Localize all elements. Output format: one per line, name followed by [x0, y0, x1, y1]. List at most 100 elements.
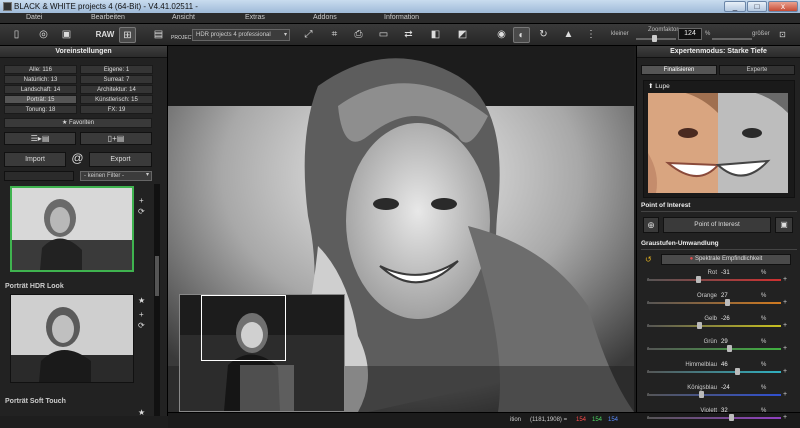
category-fx[interactable]: FX: 19	[80, 105, 153, 114]
spectral-button[interactable]: ● Spektrale Empfindlichkeit	[661, 254, 791, 265]
presets-scrollbar[interactable]	[154, 184, 160, 416]
navigator-overview[interactable]	[179, 294, 345, 412]
menu-bearbeiten[interactable]: Bearbeiten	[91, 14, 125, 21]
channel-slider-knob[interactable]	[698, 391, 704, 398]
print-icon[interactable]: ⎙	[350, 27, 367, 43]
menu-ansicht[interactable]: Ansicht	[172, 14, 195, 21]
more-icon[interactable]: ⋮	[586, 27, 596, 43]
category-natuerlich[interactable]: Natürlich: 13	[4, 75, 77, 84]
tab-experte[interactable]: Experte	[719, 65, 795, 75]
channel-slider-knob[interactable]	[697, 322, 703, 329]
filter-icon[interactable]: ◧	[427, 27, 444, 43]
image-canvas[interactable]	[168, 46, 634, 412]
gradient-icon[interactable]: ◩	[454, 27, 471, 43]
share-icon[interactable]: ⇄	[400, 27, 417, 43]
preset-refresh-icon[interactable]: ⟳	[138, 207, 145, 216]
filter-select[interactable]: - keinen Filter - ▾	[80, 171, 152, 181]
menu-addons[interactable]: Addons	[313, 14, 337, 21]
channel-slider-track[interactable]	[647, 325, 781, 327]
channel-increase-button[interactable]: +	[783, 391, 787, 398]
save-preset-icon[interactable]: ▯+▤	[80, 132, 152, 145]
load-presets-icon[interactable]: ☰▸▤	[4, 132, 76, 145]
channel-increase-button[interactable]: +	[783, 345, 787, 352]
preset-select[interactable]: HDR projects 4 professional ▾	[192, 29, 290, 41]
preset-add-button[interactable]: +	[139, 196, 144, 205]
channel-value[interactable]: 46	[721, 362, 728, 368]
search-input[interactable]	[4, 171, 74, 181]
preset-refresh-icon[interactable]: ⟳	[138, 321, 145, 330]
close-button[interactable]: x	[768, 1, 798, 12]
channel-value[interactable]: -31	[721, 270, 730, 276]
channel-increase-button[interactable]: +	[783, 368, 787, 375]
scroll-thumb[interactable]	[155, 256, 159, 296]
zoom-slider-knob[interactable]	[652, 35, 657, 42]
batch-icon[interactable]: ⊞	[119, 27, 136, 43]
preset-thumbnail[interactable]	[10, 186, 134, 272]
import-button[interactable]: Import	[4, 152, 66, 167]
channel-slider-knob[interactable]	[734, 368, 740, 375]
projects-button[interactable]: PROJECTS	[171, 27, 198, 43]
preset-add-button[interactable]: +	[139, 310, 144, 319]
channel-slider-track[interactable]	[647, 394, 781, 396]
window-title: BLACK & WHITE projects 4 (64-Bit) - V4.4…	[14, 2, 198, 11]
lupe-preview[interactable]	[648, 93, 788, 193]
view-eye-icon[interactable]: ◉	[493, 27, 510, 43]
histogram-icon[interactable]: ▲	[560, 27, 577, 43]
channel-slider-knob[interactable]	[725, 299, 731, 306]
channel-value[interactable]: -26	[721, 316, 730, 322]
category-surreal[interactable]: Surreal: 7	[80, 75, 153, 84]
category-landschaft[interactable]: Landschaft: 14	[4, 85, 77, 94]
channel-slider-track[interactable]	[647, 279, 781, 281]
compare-icon[interactable]: ◐	[513, 27, 530, 43]
menu-extras[interactable]: Extras	[245, 14, 265, 21]
channel-value[interactable]: 32	[721, 408, 728, 414]
fit-icon[interactable]: ⊡	[774, 27, 791, 43]
new-file-icon[interactable]: ▯	[8, 27, 25, 43]
channel-row: Königsblau-24%-+	[645, 385, 793, 401]
tab-finalisieren[interactable]: Finalisieren	[641, 65, 717, 75]
channel-slider-track[interactable]	[647, 348, 781, 350]
category-portraet[interactable]: Porträt: 15	[4, 95, 77, 104]
channel-value[interactable]: -24	[721, 385, 730, 391]
reset-icon[interactable]: ↺	[645, 255, 652, 264]
favorites-button[interactable]: ★ Favoriten	[4, 118, 152, 128]
category-kuenstlerisch[interactable]: Künstlerisch: 15	[80, 95, 153, 104]
poi-button[interactable]: Point of Interest	[663, 217, 771, 233]
channel-increase-button[interactable]: +	[783, 299, 787, 306]
redo-icon[interactable]: ↻	[535, 27, 552, 43]
category-alle[interactable]: Alle: 116	[4, 65, 77, 74]
menu-datei[interactable]: Datei	[26, 14, 42, 21]
channel-slider-knob[interactable]	[695, 276, 701, 283]
crop-icon[interactable]: ⌗	[326, 27, 343, 43]
channel-slider-knob[interactable]	[729, 414, 735, 421]
channel-slider-track[interactable]	[647, 302, 781, 304]
preset-thumbnail[interactable]	[10, 294, 134, 383]
minimize-button[interactable]: _	[724, 1, 746, 12]
channel-increase-button[interactable]: +	[783, 414, 787, 421]
raw-button[interactable]: RAW	[95, 27, 115, 43]
maximize-button[interactable]: □	[747, 1, 767, 12]
channel-slider-knob[interactable]	[726, 345, 732, 352]
channel-increase-button[interactable]: +	[783, 322, 787, 329]
open-image-icon[interactable]: ▣	[58, 27, 75, 43]
channel-slider-track[interactable]	[647, 417, 781, 419]
zoom-slider-2[interactable]	[712, 38, 752, 40]
save-icon[interactable]: ▤	[150, 27, 167, 43]
channel-slider-track[interactable]	[647, 371, 781, 373]
category-architektur[interactable]: Architektur: 14	[80, 85, 153, 94]
poi-target-icon[interactable]: ⊕	[643, 217, 659, 233]
transform-icon[interactable]: ⤢	[300, 27, 317, 43]
poi-image-icon[interactable]: ▣	[775, 217, 793, 233]
star-icon[interactable]: ★	[138, 296, 145, 305]
export-icon[interactable]: ▭	[375, 27, 392, 43]
navigator-viewport[interactable]	[201, 295, 286, 361]
zoom-input[interactable]: 124	[678, 28, 702, 40]
menu-information[interactable]: Information	[384, 14, 419, 21]
export-button[interactable]: Export	[89, 152, 152, 167]
email-at-button[interactable]: @	[69, 152, 86, 167]
open-camera-icon[interactable]: ◎	[35, 27, 52, 43]
category-eigene[interactable]: Eigene: 1	[80, 65, 153, 74]
category-tonung[interactable]: Tonung: 18	[4, 105, 77, 114]
channel-increase-button[interactable]: +	[783, 276, 787, 283]
star-icon[interactable]: ★	[138, 408, 145, 417]
